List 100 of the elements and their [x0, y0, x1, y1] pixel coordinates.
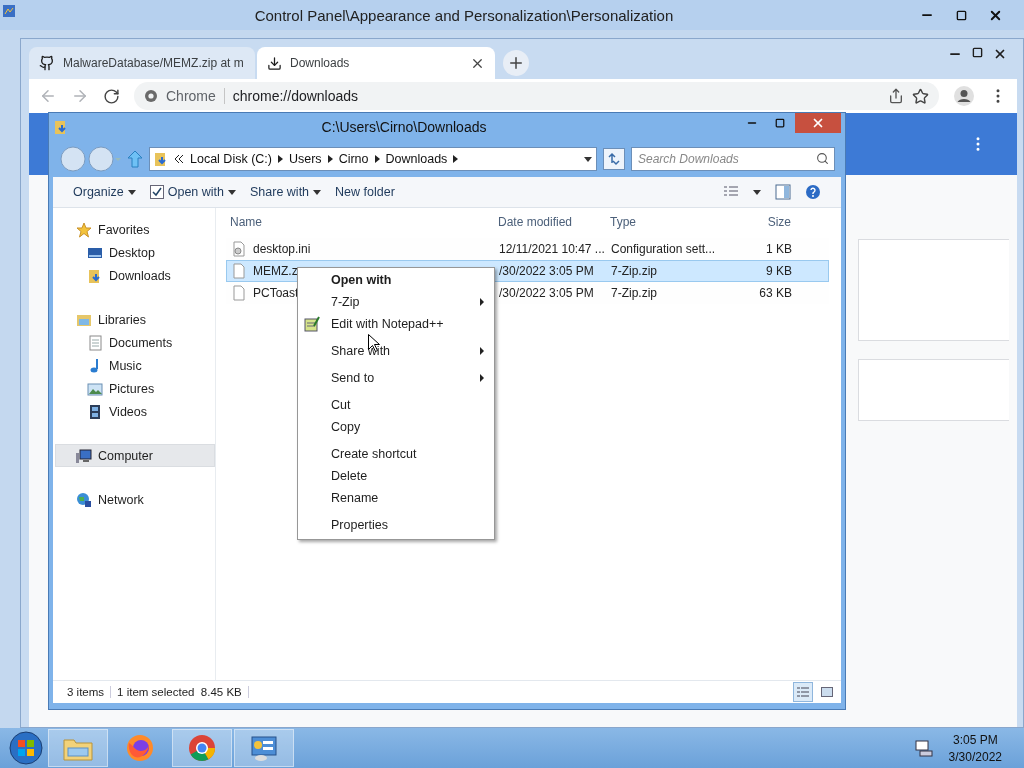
arrow-icon	[327, 155, 333, 163]
caret-icon	[753, 189, 761, 195]
large-icons-view-icon[interactable]	[821, 687, 833, 697]
file-size: 1 KB	[765, 242, 792, 256]
date-modified: /30/2022 3:05 PM	[499, 286, 595, 300]
nav-item[interactable]: Music	[55, 354, 215, 377]
chevrons-icon	[174, 155, 184, 163]
command-button[interactable]: Open with	[149, 185, 236, 199]
menu-item[interactable]: Properties	[298, 514, 494, 536]
browser-tab[interactable]: MalwareDatabase/MEMZ.zip at m	[29, 47, 255, 79]
window-title: C:\Users\Cirno\Downloads	[320, 119, 488, 135]
maximize-icon[interactable]	[775, 118, 785, 128]
command-button[interactable]: New folder	[335, 185, 395, 199]
settings-file-icon	[231, 241, 247, 257]
notepad-icon	[304, 316, 320, 332]
submenu-arrow-icon	[480, 374, 484, 382]
column-header[interactable]: Date modified	[498, 215, 610, 229]
nav-item[interactable]: Videos	[55, 400, 215, 423]
menu-item[interactable]: Rename	[298, 487, 494, 509]
start-button[interactable]	[6, 729, 46, 767]
network-globe-icon	[76, 491, 92, 508]
column-header[interactable]: Size	[727, 215, 791, 229]
download-icon	[267, 55, 282, 71]
menu-item[interactable]: Cut	[298, 394, 494, 416]
menu-item[interactable]: Create shortcut	[298, 443, 494, 465]
item-count: 3 items	[53, 686, 112, 698]
close-button[interactable]	[795, 113, 841, 133]
menu-item[interactable]: Edit with Notepad++	[298, 313, 494, 335]
file-type: 7-Zip.zip	[611, 264, 658, 278]
nav-item[interactable]: Libraries	[55, 308, 215, 331]
file-size: 9 KB	[765, 264, 792, 278]
taskbar-button[interactable]	[234, 729, 294, 767]
document-icon	[87, 334, 103, 351]
close-icon[interactable]	[993, 47, 1007, 61]
menu-item[interactable]: Copy	[298, 416, 494, 438]
file-type: 7-Zip.zip	[611, 286, 658, 300]
new-tab-button[interactable]	[503, 50, 529, 76]
restore-icon[interactable]	[955, 9, 967, 21]
profile-avatar-icon[interactable]	[953, 85, 975, 107]
command-button[interactable]: Share with	[250, 185, 322, 199]
nav-item[interactable]: Pictures	[55, 377, 215, 400]
nav-item[interactable]: Desktop	[55, 241, 215, 264]
breadcrumb-item[interactable]: Local Disk (C:)	[190, 152, 272, 166]
address-bar[interactable]: Local Disk (C:) Users Cirno Downloads	[149, 147, 597, 171]
nav-item[interactable]: Computer	[55, 444, 215, 467]
file-name: PCToast	[253, 286, 300, 300]
help-icon[interactable]	[805, 184, 821, 200]
file-size: 63 KB	[758, 286, 792, 300]
refresh-icon[interactable]	[603, 148, 625, 170]
browser-tab[interactable]: Downloads	[257, 47, 495, 79]
command-button[interactable]: Organize	[73, 185, 136, 199]
share-icon[interactable]	[888, 88, 904, 104]
maximize-icon[interactable]	[972, 47, 983, 58]
plus-icon	[507, 54, 525, 72]
search-icon	[816, 152, 829, 165]
submenu-arrow-icon	[480, 347, 484, 355]
file-name: MEMZ.z	[253, 264, 299, 278]
caret-icon	[313, 189, 322, 195]
chrome-logo-icon	[144, 89, 158, 103]
download-folder-icon	[87, 267, 103, 284]
star-icon[interactable]	[912, 87, 929, 105]
column-header[interactable]: Type	[610, 215, 727, 229]
menu-item[interactable]: Delete	[298, 465, 494, 487]
file-name: desktop.ini	[253, 242, 312, 256]
arrow-icon	[277, 155, 283, 163]
network-icon[interactable]	[914, 739, 933, 757]
address-bar[interactable]: Chrome chrome://downloads	[134, 82, 939, 110]
nav-item[interactable]: Network	[55, 488, 215, 511]
menu-item[interactable]: Send to	[298, 367, 494, 389]
search-field[interactable]: Search Downloads	[631, 147, 835, 171]
nav-item[interactable]: Favorites	[55, 218, 215, 241]
breadcrumb-item[interactable]: Downloads	[385, 152, 448, 166]
breadcrumb-item[interactable]: Cirno	[338, 152, 369, 166]
star-icon	[76, 221, 92, 238]
submenu-arrow-icon	[480, 298, 484, 306]
list-icon	[797, 687, 809, 697]
column-header[interactable]: Name	[230, 215, 498, 229]
firefox-icon	[125, 733, 155, 763]
caret-icon	[228, 189, 236, 195]
computer-icon	[76, 447, 92, 464]
selection-info: 1 item selected 8.45 KB	[111, 686, 249, 698]
picture-icon	[87, 380, 103, 397]
arrow-icon	[453, 155, 459, 163]
caret-icon	[127, 189, 136, 195]
nav-item[interactable]: Documents	[55, 331, 215, 354]
window-title: Control Panel\Appearance and Personalization\Personalization	[253, 6, 675, 24]
clock[interactable]: 3:05 PM 3/30/2022	[934, 732, 1024, 764]
breadcrumb-item[interactable]: Users	[288, 152, 322, 166]
folder-icon	[53, 119, 69, 135]
date-modified: /30/2022 3:05 PM	[499, 264, 595, 278]
close-icon	[811, 116, 825, 130]
control-panel-icon	[2, 4, 16, 18]
reload-icon[interactable]	[103, 87, 120, 105]
taskbar-button[interactable]	[172, 729, 232, 767]
folder-icon	[154, 151, 168, 167]
github-icon	[39, 55, 55, 71]
nav-item[interactable]: Downloads	[55, 264, 215, 287]
control-panel-icon	[249, 733, 279, 763]
file-type: Configuration sett...	[611, 242, 717, 256]
date-modified: 12/11/2021 10:47 ...	[499, 242, 606, 256]
